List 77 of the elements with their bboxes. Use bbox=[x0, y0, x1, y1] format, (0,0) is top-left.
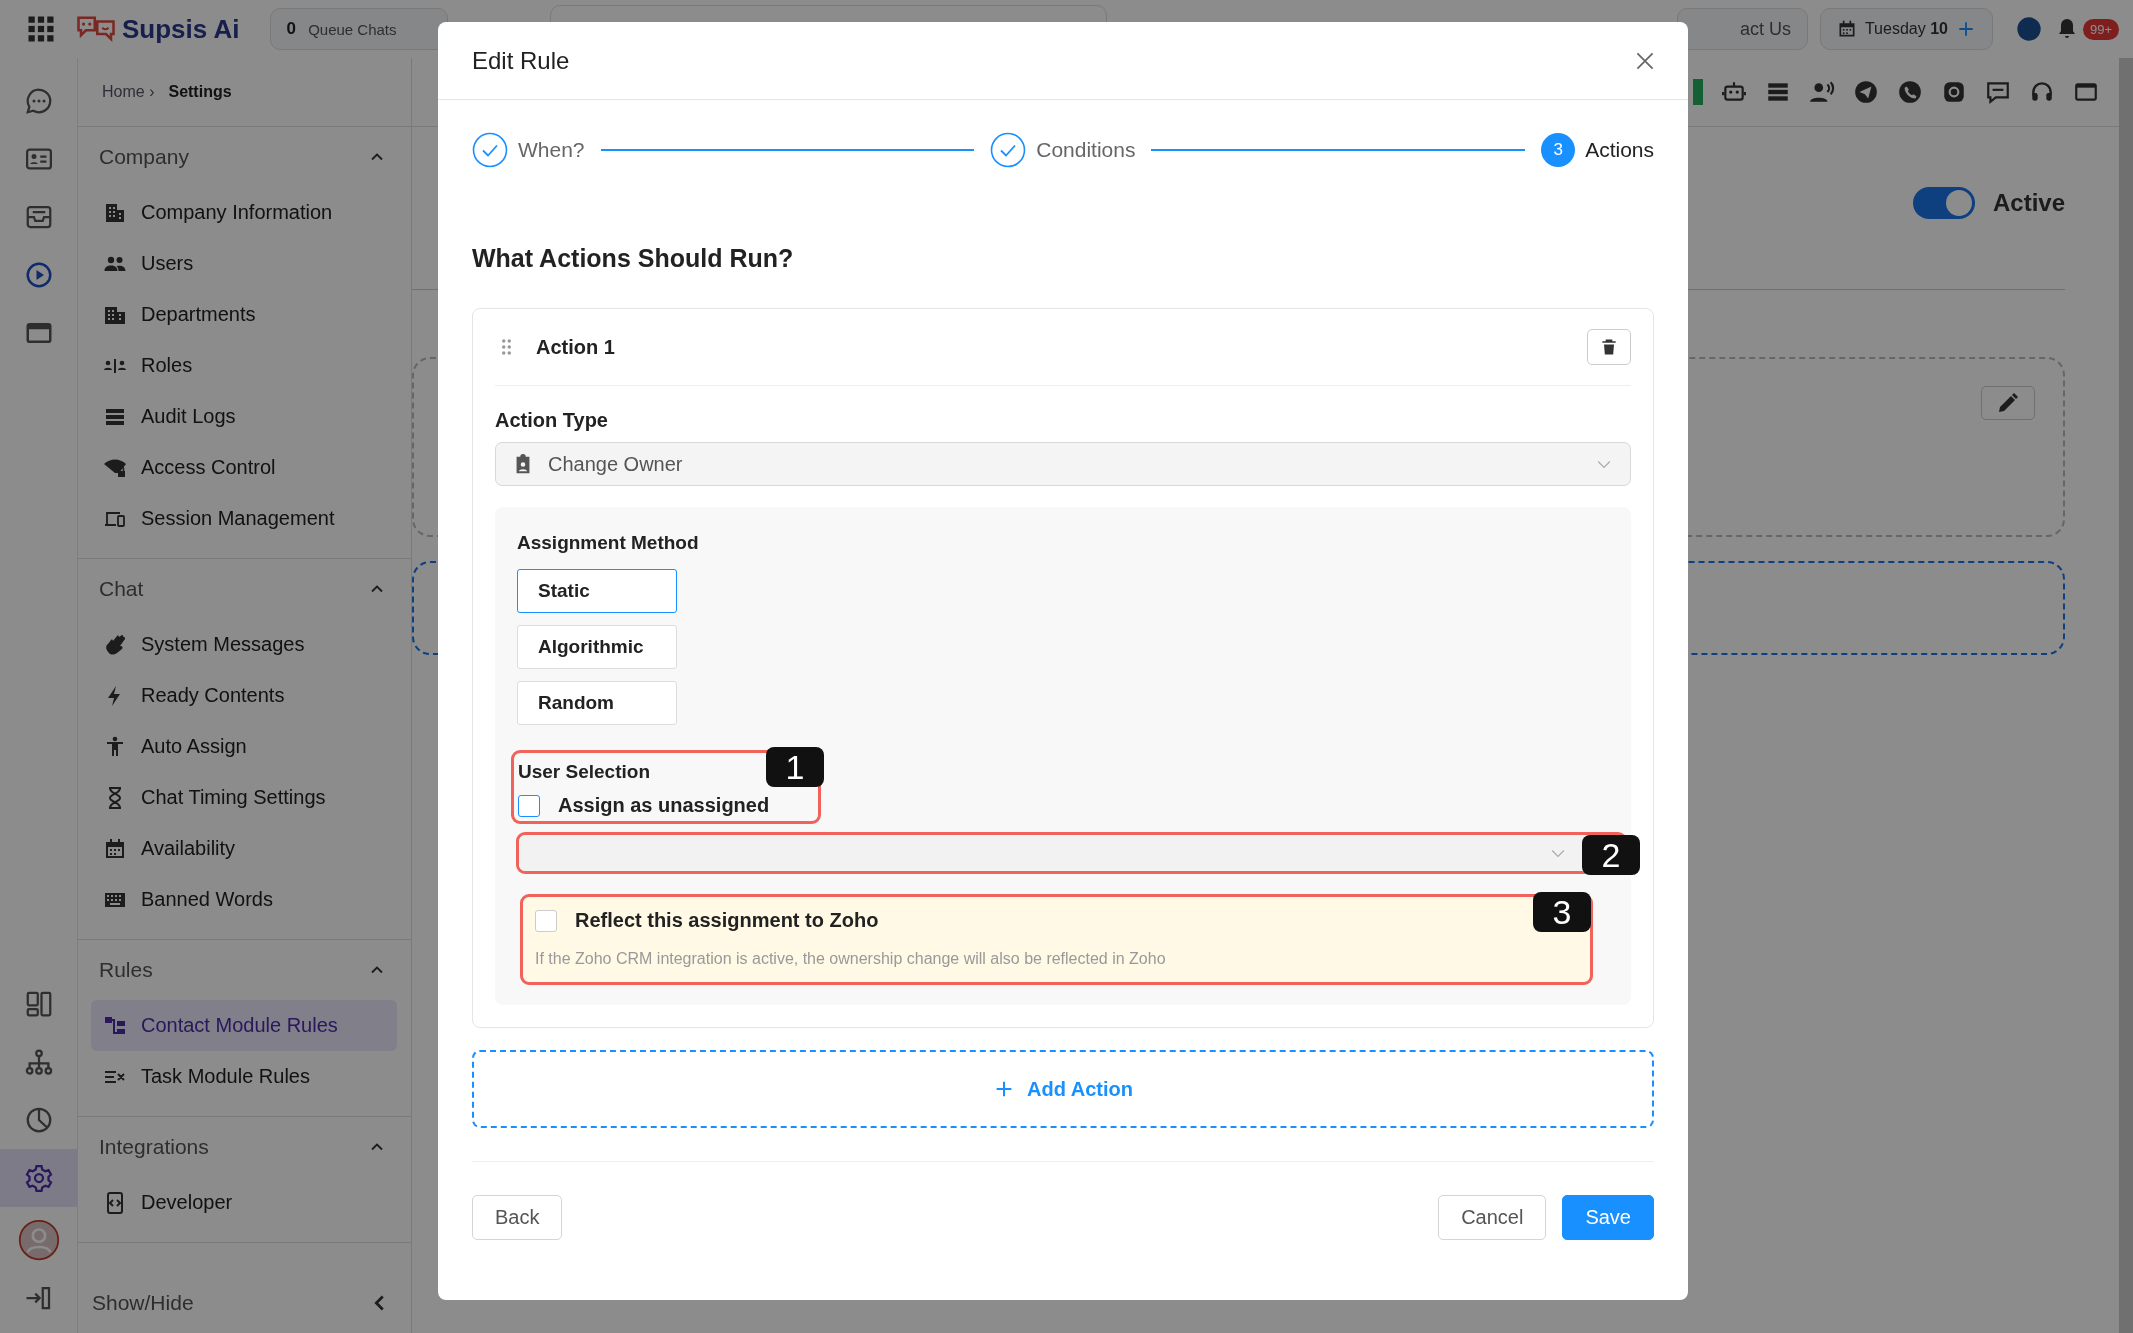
sidebar-item[interactable]: Availability bbox=[91, 823, 397, 874]
logo-icon bbox=[76, 14, 116, 44]
step-number: 3 bbox=[1541, 133, 1576, 167]
signal-bar-icon bbox=[1693, 79, 1703, 105]
settings-icon bbox=[23, 1163, 54, 1193]
show-hide-label[interactable]: Show/Hide bbox=[92, 1291, 194, 1315]
camera-icon[interactable] bbox=[1941, 79, 1967, 105]
add-action-button[interactable]: Add Action bbox=[472, 1050, 1654, 1128]
date-label: Tuesday 10 bbox=[1864, 20, 1948, 38]
action-type-select[interactable]: Change Owner bbox=[495, 442, 1631, 486]
section-title: Integrations bbox=[99, 1135, 209, 1159]
annotation-badge: 1 bbox=[766, 747, 824, 787]
active-toggle[interactable] bbox=[1912, 187, 1975, 219]
sidebar-item[interactable]: Auto Assign bbox=[91, 721, 397, 772]
method-option[interactable]: Static bbox=[517, 569, 677, 613]
phone-icon[interactable] bbox=[1897, 79, 1923, 105]
sidebar-item[interactable]: Roles bbox=[91, 340, 397, 391]
sidebar-item[interactable]: Developer bbox=[91, 1177, 397, 1228]
pencil-icon bbox=[1996, 391, 2020, 415]
apps-grid-icon[interactable] bbox=[26, 14, 56, 44]
queue-chats-button[interactable]: 0 Queue Chats bbox=[269, 8, 448, 50]
toggle-label: Active bbox=[1992, 189, 2065, 217]
calendar-icon bbox=[103, 836, 127, 861]
hint-text: If the Zoho CRM integration is active, the ownership change will also be reflected in Zoho bbox=[535, 950, 1167, 968]
trash-icon bbox=[1599, 337, 1619, 357]
section-title: Chat bbox=[99, 577, 144, 601]
hierarchy-icon bbox=[23, 1047, 54, 1077]
checkbox[interactable] bbox=[518, 794, 540, 817]
message-icon[interactable] bbox=[1985, 79, 2011, 105]
breadcrumb-current: Settings bbox=[168, 83, 232, 101]
save-button[interactable]: Save bbox=[1562, 1195, 1654, 1240]
date-button[interactable]: Tuesday 10 bbox=[1819, 8, 1993, 50]
sidebar-item[interactable]: Company Information bbox=[91, 187, 397, 238]
sidebar-item[interactable]: Ready Contents bbox=[91, 670, 397, 721]
sidebar-item[interactable]: Access Control bbox=[91, 442, 397, 493]
dialog-title: Edit Rule bbox=[472, 46, 570, 75]
sidebar-item[interactable]: Session Management bbox=[91, 493, 397, 544]
send-icon[interactable] bbox=[1853, 79, 1879, 105]
sidebar-item[interactable]: Banned Words bbox=[91, 874, 397, 925]
drag-handle-icon[interactable] bbox=[501, 338, 512, 356]
field-label: User Selection bbox=[518, 760, 650, 784]
section-title: Company bbox=[99, 145, 189, 169]
action-title: Action 1 bbox=[536, 335, 616, 359]
logo-text: Supsis Ai bbox=[122, 13, 240, 45]
checkbox-label: Assign as unassigned bbox=[558, 794, 770, 817]
edit-button[interactable] bbox=[1981, 386, 2035, 420]
person-speaking-icon[interactable] bbox=[1809, 79, 1835, 105]
sidebar-item[interactable]: Departments bbox=[91, 289, 397, 340]
step-label[interactable]: Conditions bbox=[1036, 138, 1136, 162]
section-heading: What Actions Should Run? bbox=[472, 243, 795, 274]
contact-us-button[interactable]: act Us bbox=[1676, 8, 1808, 50]
sidebar-item[interactable]: Contact Module Rules bbox=[91, 1000, 397, 1051]
field-label: Assignment Method bbox=[517, 531, 700, 555]
step-label[interactable]: Actions bbox=[1585, 138, 1654, 162]
checkbox[interactable] bbox=[535, 909, 557, 932]
sidebar-item[interactable]: Users bbox=[91, 238, 397, 289]
step-label[interactable]: When? bbox=[518, 138, 585, 162]
hand-icon bbox=[103, 632, 127, 657]
sidebar-item[interactable]: Audit Logs bbox=[91, 391, 397, 442]
method-option[interactable]: Algorithmic bbox=[517, 625, 677, 669]
method-option[interactable]: Random bbox=[517, 681, 677, 725]
sidebar-item[interactable]: Task Module Rules bbox=[91, 1051, 397, 1102]
rail-item[interactable] bbox=[0, 1149, 77, 1207]
annotation-badge: 3 bbox=[1533, 892, 1591, 932]
sidebar-item[interactable]: System Messages bbox=[91, 619, 397, 670]
back-button[interactable]: Back bbox=[472, 1195, 563, 1240]
checkbox-label: Reflect this assignment to Zoho bbox=[575, 909, 879, 932]
field-label: Action Type bbox=[495, 408, 609, 432]
avatar-icon[interactable] bbox=[17, 1219, 60, 1261]
breadcrumb-link[interactable]: Home › bbox=[102, 83, 155, 101]
delete-button[interactable] bbox=[1587, 329, 1631, 365]
notification-count: 99+ bbox=[2082, 18, 2119, 40]
sidebar-item[interactable]: Chat Timing Settings bbox=[91, 772, 397, 823]
cancel-button[interactable]: Cancel bbox=[1438, 1195, 1547, 1240]
section-title: Rules bbox=[99, 958, 153, 982]
chat-icon bbox=[23, 86, 54, 116]
annotation-badge: 2 bbox=[1582, 835, 1640, 875]
